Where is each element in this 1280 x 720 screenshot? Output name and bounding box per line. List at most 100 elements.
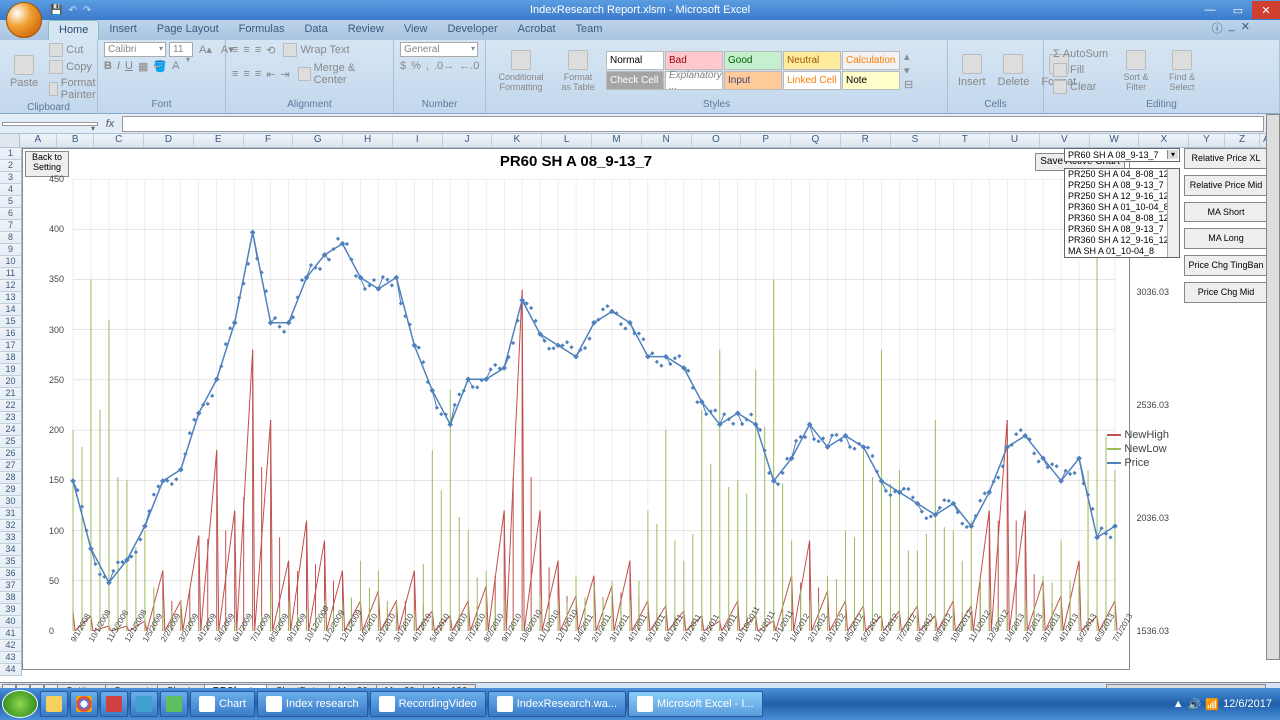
row-header-24[interactable]: 24 (0, 424, 22, 436)
ribbon-tab-acrobat[interactable]: Acrobat (508, 20, 566, 40)
dropdown-item[interactable]: MA SH A 01_10-04_8 (1065, 246, 1179, 257)
col-header-A[interactable]: A (20, 134, 57, 147)
col-header-G[interactable]: G (293, 134, 343, 147)
ribbon-minimize-icon[interactable]: _ (1229, 20, 1235, 36)
inc-indent-button[interactable]: ⇥ (280, 68, 289, 81)
ribbon-tab-page-layout[interactable]: Page Layout (147, 20, 229, 40)
insert-function-button[interactable]: fx (98, 118, 122, 130)
row-header-1[interactable]: 1 (0, 148, 22, 160)
close-button[interactable]: ✕ (1252, 1, 1280, 19)
qat-redo-icon[interactable]: ↷ (83, 5, 91, 16)
row-header-17[interactable]: 17 (0, 340, 22, 352)
col-header-B[interactable]: B (57, 134, 94, 147)
ribbon-tab-data[interactable]: Data (294, 20, 337, 40)
vertical-scrollbar[interactable] (1266, 114, 1280, 660)
cond-format-button[interactable]: Conditional Formatting (492, 48, 550, 94)
style-linkedcell[interactable]: Linked Cell (783, 71, 841, 90)
style-input[interactable]: Input (724, 71, 782, 90)
row-header-12[interactable]: 12 (0, 280, 22, 292)
row-header-26[interactable]: 26 (0, 448, 22, 460)
find-select-button[interactable]: Find & Select (1161, 48, 1203, 94)
taskbar-item[interactable]: IndexResearch.wa... (488, 691, 626, 717)
chart-selector-dropdown[interactable]: PR60 SH A 08_9-13_7 PR250 SH A 04_8-08_1… (1064, 148, 1180, 258)
col-header-J[interactable]: J (443, 134, 493, 147)
wrap-text-button[interactable]: Wrap Text (280, 42, 352, 58)
col-header-O[interactable]: O (692, 134, 742, 147)
minimize-button[interactable]: — (1196, 1, 1224, 19)
align-center-button[interactable]: ≡ (243, 68, 249, 80)
tray-icon[interactable]: ▲ (1173, 698, 1184, 710)
merge-button[interactable]: Merge & Center (295, 61, 387, 87)
row-header-6[interactable]: 6 (0, 208, 22, 220)
row-header-15[interactable]: 15 (0, 316, 22, 328)
row-header-3[interactable]: 3 (0, 172, 22, 184)
qat-save-icon[interactable]: 💾 (50, 5, 62, 16)
percent-button[interactable]: % (411, 60, 421, 72)
paste-button[interactable]: Paste (6, 53, 42, 91)
ribbon-tab-review[interactable]: Review (338, 20, 394, 40)
select-all-corner[interactable] (0, 134, 20, 147)
style-note[interactable]: Note (842, 71, 900, 90)
font-name-combo[interactable]: Calibri (104, 42, 166, 57)
number-format-combo[interactable]: General (400, 42, 478, 57)
autosum-button[interactable]: ΣAutoSum (1050, 47, 1111, 61)
row-header-10[interactable]: 10 (0, 256, 22, 268)
style-checkcell[interactable]: Check Cell (606, 71, 664, 90)
row-header-13[interactable]: 13 (0, 292, 22, 304)
ribbon-tab-view[interactable]: View (394, 20, 438, 40)
font-size-combo[interactable]: 11 (169, 42, 193, 57)
col-header-T[interactable]: T (940, 134, 990, 147)
row-header-11[interactable]: 11 (0, 268, 22, 280)
col-header-K[interactable]: K (492, 134, 542, 147)
row-header-7[interactable]: 7 (0, 220, 22, 232)
col-header-R[interactable]: R (841, 134, 891, 147)
side-button-relative-price-mid[interactable]: Relative Price Mid (1184, 175, 1268, 196)
dropdown-item[interactable]: PR360 SH A 01_10-04_8 (1065, 202, 1179, 213)
ribbon-help-icon[interactable]: ⓘ (1212, 20, 1223, 36)
col-header-Y[interactable]: Y (1189, 134, 1225, 147)
align-top-button[interactable]: ≡ (232, 44, 238, 56)
tray-icon[interactable]: 🔊 (1188, 698, 1202, 711)
dropdown-item[interactable]: PR250 SH A 04_8-08_12 (1065, 169, 1179, 180)
cell-styles-gallery[interactable]: NormalBadGoodNeutralCalculationCheck Cel… (606, 51, 900, 90)
col-header-X[interactable]: X (1139, 134, 1189, 147)
row-header-40[interactable]: 40 (0, 616, 22, 628)
col-header-Z[interactable]: Z (1225, 134, 1261, 147)
dropdown-item[interactable]: PR250 SH A 12_9-16_12 (1065, 191, 1179, 202)
row-header-35[interactable]: 35 (0, 556, 22, 568)
dec-indent-button[interactable]: ⇤ (266, 68, 275, 81)
style-calculation[interactable]: Calculation (842, 51, 900, 70)
row-header-37[interactable]: 37 (0, 580, 22, 592)
col-header-C[interactable]: C (94, 134, 144, 147)
row-header-43[interactable]: 43 (0, 652, 22, 664)
row-header-14[interactable]: 14 (0, 304, 22, 316)
row-header-29[interactable]: 29 (0, 484, 22, 496)
tray-icon[interactable]: 📶 (1205, 698, 1219, 711)
italic-button[interactable]: I (117, 60, 120, 73)
row-header-20[interactable]: 20 (0, 376, 22, 388)
row-header-34[interactable]: 34 (0, 544, 22, 556)
border-button[interactable]: ▦ (138, 60, 148, 73)
align-bot-button[interactable]: ≡ (255, 44, 261, 56)
row-header-5[interactable]: 5 (0, 196, 22, 208)
dropdown-item[interactable]: PR250 SH A 08_9-13_7 (1065, 180, 1179, 191)
col-header-W[interactable]: W (1090, 134, 1140, 147)
row-header-31[interactable]: 31 (0, 508, 22, 520)
col-header-P[interactable]: P (741, 134, 791, 147)
row-header-21[interactable]: 21 (0, 388, 22, 400)
format-as-table-button[interactable]: Format as Table (554, 48, 602, 94)
dropdown-item[interactable]: PR360 SH A 04_8-08_12 (1065, 213, 1179, 224)
side-button-price-chg-mid[interactable]: Price Chg Mid (1184, 282, 1268, 303)
side-button-ma-short[interactable]: MA Short (1184, 202, 1268, 223)
inc-decimal-button[interactable]: .0→ (434, 60, 454, 72)
row-header-8[interactable]: 8 (0, 232, 22, 244)
side-button-price-chg-tingban[interactable]: Price Chg TingBan (1184, 255, 1268, 276)
row-header-23[interactable]: 23 (0, 412, 22, 424)
style-explanatory[interactable]: Explanatory ... (665, 71, 723, 90)
gallery-more-icon[interactable]: ⊟ (904, 78, 916, 91)
maximize-button[interactable]: ▭ (1224, 1, 1252, 19)
taskbar-pin-explorer[interactable] (40, 691, 68, 717)
insert-cells-button[interactable]: Insert (954, 52, 990, 90)
col-header-Q[interactable]: Q (791, 134, 841, 147)
dropdown-item[interactable]: PR360 SH A 12_9-16_12 (1065, 235, 1179, 246)
